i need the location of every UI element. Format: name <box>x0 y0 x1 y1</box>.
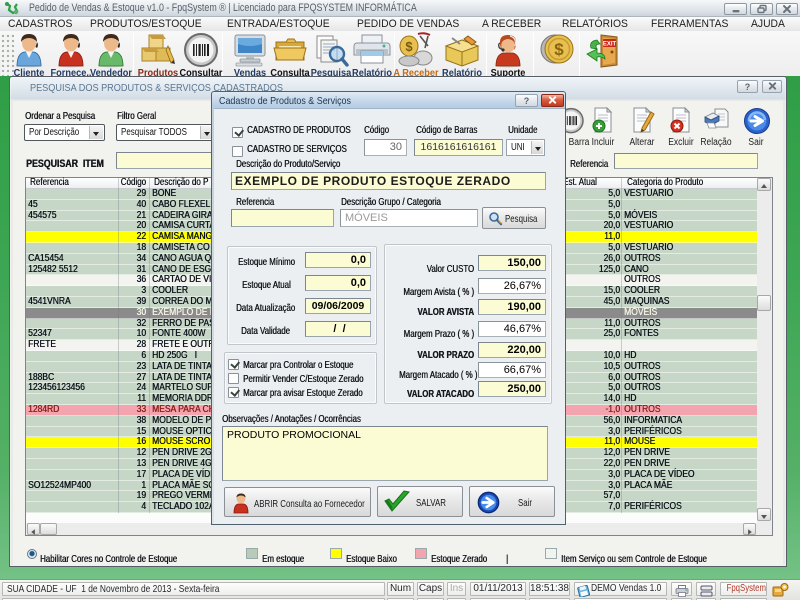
svg-text:$: $ <box>554 40 564 59</box>
svg-text:EXIT: EXIT <box>603 42 617 48</box>
svg-text:$: $ <box>405 39 413 54</box>
